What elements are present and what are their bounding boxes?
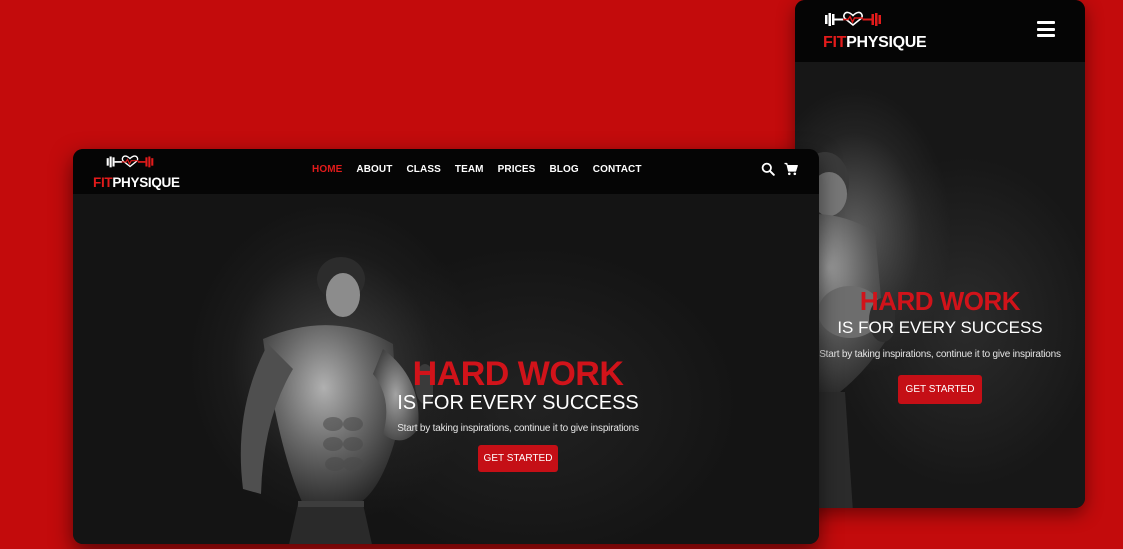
hero-subtitle: IS FOR EVERY SUCCESS [837, 318, 1043, 337]
desktop-hero: HARD WORK IS FOR EVERY SUCCESS Start by … [73, 194, 819, 544]
desktop-header: FITPHYSIQUE HOME ABOUT CLASS TEAM PRICES… [73, 149, 819, 194]
hero-subtitle: IS FOR EVERY SUCCESS [397, 392, 639, 414]
logo-physique-text: PHYSIQUE [846, 34, 927, 51]
nav-blog[interactable]: BLOG [549, 164, 578, 175]
hero-title: HARD WORK [412, 355, 624, 393]
logo-physique-text: PHYSIQUE [112, 175, 180, 190]
mobile-mockup: FITPHYSIQUE HARD WORK IS FOR EVERY SUCCE… [795, 0, 1085, 508]
hero-description: Start by taking inspirations, continue i… [397, 423, 639, 434]
get-started-button[interactable]: GET STARTED [897, 374, 983, 404]
nav-home[interactable]: HOME [312, 164, 342, 175]
brand-logo[interactable]: FITPHYSIQUE [823, 10, 927, 51]
desktop-hero-text: HARD WORK IS FOR EVERY SUCCESS Start by … [363, 357, 673, 472]
mobile-hero-text: HARD WORK IS FOR EVERY SUCCESS Start by … [795, 288, 1085, 404]
dumbbell-heart-icon [106, 155, 154, 168]
hero-title: HARD WORK [859, 286, 1021, 316]
cart-icon[interactable] [784, 162, 798, 176]
logo-wordmark: FITPHYSIQUE [93, 176, 180, 190]
nav-prices[interactable]: PRICES [498, 164, 536, 175]
nav-contact[interactable]: CONTACT [593, 164, 642, 175]
mobile-header: FITPHYSIQUE [795, 0, 1085, 62]
logo-fit-text: FIT [823, 34, 847, 51]
nav-team[interactable]: TEAM [455, 164, 484, 175]
hero-description: Start by taking inspirations, continue i… [819, 348, 1061, 360]
nav-class[interactable]: CLASS [406, 164, 440, 175]
hamburger-menu-icon[interactable] [1037, 21, 1055, 37]
brand-logo[interactable]: FITPHYSIQUE [93, 154, 180, 190]
main-nav: HOME ABOUT CLASS TEAM PRICES BLOG CONTAC… [312, 164, 642, 175]
mobile-hero: HARD WORK IS FOR EVERY SUCCESS Start by … [795, 62, 1085, 508]
search-icon[interactable] [761, 162, 775, 176]
get-started-button[interactable]: GET STARTED [477, 445, 559, 472]
nav-about[interactable]: ABOUT [356, 164, 392, 175]
dumbbell-heart-icon [825, 11, 881, 27]
logo-wordmark: FITPHYSIQUE [823, 34, 927, 51]
desktop-mockup: FITPHYSIQUE HOME ABOUT CLASS TEAM PRICES… [73, 149, 819, 544]
header-icons [761, 162, 798, 176]
logo-fit-text: FIT [93, 175, 113, 190]
